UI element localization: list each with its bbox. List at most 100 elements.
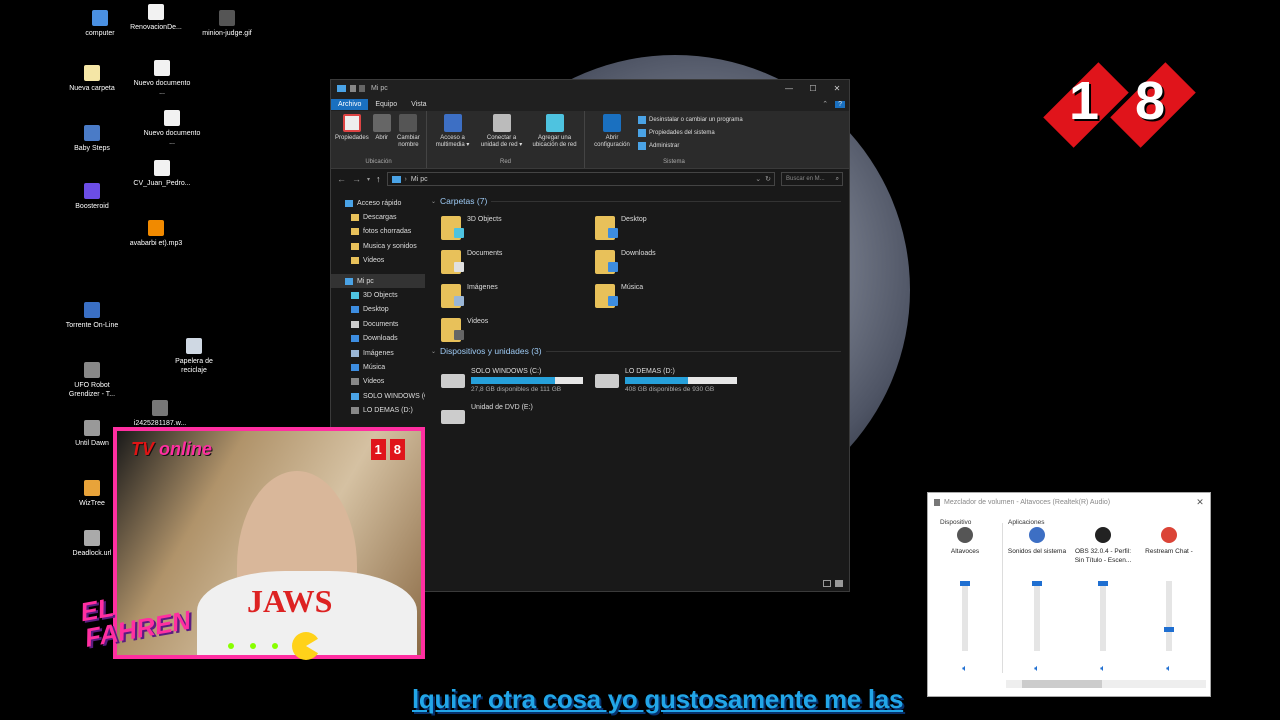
nav-item[interactable]: 3D Objects [331, 288, 425, 302]
collapse-ribbon-icon[interactable]: ⌃ [815, 98, 835, 110]
folder-item[interactable]: Música [595, 284, 643, 308]
nav-item[interactable]: Videos [331, 254, 425, 268]
quick-access-toolbar-icon[interactable] [359, 85, 365, 92]
desktop-icon[interactable]: computer [68, 10, 132, 38]
nav-item-label: Videos [363, 378, 385, 386]
forward-arrow-icon[interactable]: → [352, 174, 361, 184]
volume-slider[interactable] [1164, 581, 1174, 651]
mixer-title-bar[interactable]: Mezclador de volumen - Altavoces (Realte… [928, 493, 1210, 511]
folder-item[interactable]: Downloads [595, 250, 656, 274]
mute-speaker-icon[interactable]: 🔈︎ [1070, 663, 1136, 674]
large-icons-view-icon[interactable] [835, 580, 843, 587]
folder-item[interactable]: Imágenes [441, 284, 498, 308]
help-icon[interactable]: ? [835, 100, 845, 108]
desktop-icon[interactable]: Nuevo documento ... [130, 60, 194, 97]
nav-item[interactable]: Descargas [331, 210, 425, 224]
drive-item[interactable]: Unidad de DVD (E:) [441, 404, 533, 424]
desktop-icon[interactable]: RenovacionDe... [124, 4, 188, 32]
mixer-scrollbar[interactable] [1006, 680, 1206, 688]
folder-item[interactable]: Videos [441, 318, 488, 342]
close-button[interactable]: ✕ [1190, 497, 1210, 508]
details-view-icon[interactable] [823, 580, 831, 587]
volume-slider-thumb[interactable] [1098, 581, 1108, 586]
nav-item[interactable]: Videos [331, 375, 425, 389]
desktop-icon[interactable]: Papelera de reciclaje [162, 338, 226, 375]
media-icon [443, 114, 462, 132]
desktop-icon[interactable]: CV_Juan_Pedro... [130, 160, 194, 188]
drive-item[interactable]: LO DEMAS (D:) 408 GB disponibles de 930 G… [595, 368, 737, 393]
volume-slider[interactable] [1098, 581, 1108, 651]
nav-item[interactable]: LO DEMAS (D:) [331, 403, 425, 417]
desinstalar-programa-button[interactable]: Desinstalar o cambiar un programa [638, 116, 743, 124]
desktop-icon[interactable]: avabarbi et).mp3 [124, 220, 188, 248]
conectar-unidad-red-button[interactable]: Conectar a unidad de red ▾ [477, 114, 526, 159]
address-dropdown-icon[interactable]: ⌄ [755, 175, 761, 183]
system-sounds-icon[interactable] [1029, 527, 1045, 543]
volume-slider-thumb[interactable] [1164, 626, 1174, 632]
desktop-icon[interactable]: Baby Steps [60, 125, 124, 153]
quick-access-toolbar-icon[interactable] [350, 85, 356, 92]
folder-icon [441, 284, 464, 308]
folders-section-header[interactable]: ⌄ Carpetas (7) [431, 196, 841, 206]
nav-item[interactable]: Desktop [331, 303, 425, 317]
propiedades-button[interactable]: Propiedades [335, 114, 369, 159]
tab-archivo[interactable]: Archivo [331, 98, 369, 110]
nav-item[interactable]: Mi pc [331, 273, 425, 289]
obs-icon[interactable] [1095, 527, 1111, 543]
volume-slider-thumb[interactable] [960, 581, 970, 586]
folder-item[interactable]: Documents [441, 250, 502, 274]
tab-equipo[interactable]: Equipo [368, 99, 404, 110]
back-arrow-icon[interactable]: ← [337, 174, 346, 184]
mute-speaker-icon[interactable]: 🔈︎ [932, 663, 998, 674]
mute-speaker-icon[interactable]: 🔈︎ [1136, 663, 1202, 674]
desktop-icon[interactable]: Nueva carpeta [60, 65, 124, 93]
refresh-icon[interactable]: ↻ [765, 175, 771, 183]
volume-slider-thumb[interactable] [1032, 581, 1042, 586]
nav-item[interactable]: Imágenes [331, 346, 425, 360]
abrir-button[interactable]: Abrir [372, 114, 392, 159]
acceso-multimedia-button[interactable]: Acceso a multimedia ▾ [431, 114, 474, 159]
system-properties-icon [638, 129, 646, 137]
propiedades-sistema-button[interactable]: Propiedades del sistema [638, 129, 743, 137]
nav-item[interactable]: SOLO WINDOWS (C: [331, 389, 425, 403]
speaker-icon[interactable] [957, 527, 973, 543]
chrome-icon[interactable] [1161, 527, 1177, 543]
folder-item[interactable]: 3D Objects [441, 216, 502, 240]
pacman-dot [228, 643, 234, 649]
desktop-icon[interactable]: Boosteroid [60, 183, 124, 211]
desktop-icon[interactable]: Torrente On-Line [60, 302, 124, 330]
nav-item[interactable]: Música [331, 360, 425, 374]
breadcrumb-path[interactable]: Mi pc [411, 176, 428, 183]
close-button[interactable]: ✕ [825, 84, 849, 93]
nav-item[interactable]: Documents [331, 317, 425, 331]
desktop-icon[interactable]: UFO Robot Grendizer - T... [60, 362, 124, 399]
agregar-ubicacion-red-button[interactable]: Agregar una ubicación de red [529, 114, 580, 159]
desktop-icon[interactable]: minion-judge.gif [195, 10, 259, 38]
volume-slider[interactable] [1032, 581, 1042, 651]
abrir-configuracion-button[interactable]: Abrir configuración [589, 114, 635, 159]
up-arrow-icon[interactable]: ↑ [376, 174, 381, 184]
mixer-channel: OBS 32.0.4 - Perfil: Sin Título - Escen.… [1070, 519, 1136, 674]
desktop-icon[interactable]: Nuevo documento ... [140, 110, 204, 147]
nav-item[interactable]: Musica y sonidos [331, 239, 425, 253]
title-bar[interactable]: Mi pc — ☐ ✕ [331, 80, 849, 97]
folder-item[interactable]: Desktop [595, 216, 647, 240]
drives-section-header[interactable]: ⌄ Dispositivos y unidades (3) [431, 346, 841, 356]
pacman-dot [272, 643, 278, 649]
drive-item[interactable]: SOLO WINDOWS (C:) 27,8 GB disponibles de … [441, 368, 583, 393]
nav-item[interactable]: Acceso rápido [331, 196, 425, 210]
desktop-icon[interactable]: i2425281187.w... [128, 400, 192, 428]
document-icon [154, 160, 170, 176]
minimize-button[interactable]: — [777, 84, 801, 93]
recent-chevron-icon[interactable]: ▾ [367, 176, 370, 183]
search-input[interactable]: Buscar en M... ⌕ [781, 172, 843, 186]
tab-vista[interactable]: Vista [404, 99, 433, 110]
address-bar[interactable]: › Mi pc ⌄ ↻ [386, 172, 775, 186]
volume-slider[interactable] [960, 581, 970, 651]
nav-item[interactable]: fotos chorradas [331, 225, 425, 239]
administrar-button[interactable]: Administrar [638, 142, 743, 150]
cambiar-nombre-button[interactable]: Cambiar nombre [395, 114, 422, 159]
maximize-button[interactable]: ☐ [801, 84, 825, 93]
nav-item[interactable]: Downloads [331, 332, 425, 346]
mute-speaker-icon[interactable]: 🔈︎ [1004, 663, 1070, 674]
